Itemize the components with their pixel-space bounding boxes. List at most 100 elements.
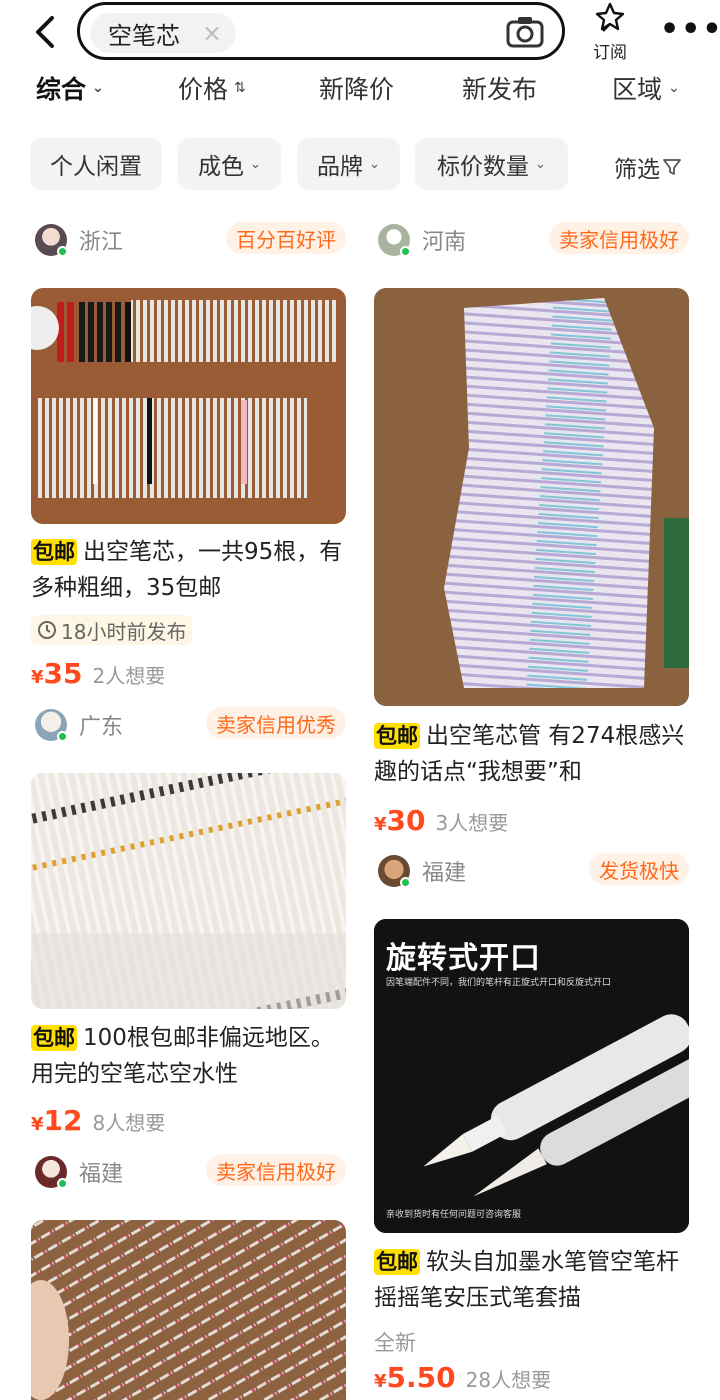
- seller-region: 福建: [422, 861, 467, 886]
- filter-label: 标价数量: [437, 154, 530, 180]
- search-box[interactable]: 空笔芯 ×: [77, 2, 565, 60]
- online-dot: [400, 246, 411, 257]
- seller-row: 广东 卖家信用优秀: [31, 707, 346, 743]
- sort-newest-label: 新发布: [462, 75, 538, 104]
- top-bar: 空笔芯 × 订阅 •••: [0, 0, 720, 70]
- filter-button-label: 筛选: [614, 157, 660, 183]
- product-card[interactable]: 福建 卖家信用极好: [31, 1154, 346, 1400]
- sort-bar: 综合 ⌄ 价格 ⇅ 新降价 新发布 区域 ⌄: [0, 70, 720, 114]
- seller-badge: 卖家信用极好: [549, 222, 689, 254]
- search-query-chip[interactable]: 空笔芯 ×: [90, 13, 237, 53]
- product-card[interactable]: 河南 卖家信用极好: [374, 222, 689, 706]
- seller-region: 河南: [422, 230, 467, 255]
- currency-symbol: ¥: [374, 814, 387, 835]
- product-card[interactable]: 浙江 百分百好评: [31, 222, 346, 524]
- seller-badge: 百分百好评: [226, 222, 346, 254]
- chevron-down-icon: ⌄: [369, 156, 380, 172]
- sort-price-label: 价格: [178, 75, 229, 104]
- product-image[interactable]: [31, 773, 346, 1009]
- clock-icon: [38, 621, 56, 639]
- posted-time-text: 18小时前发布: [61, 619, 187, 644]
- free-shipping-tag: 包邮: [374, 1249, 420, 1275]
- price-value: 30: [386, 804, 426, 837]
- product-title[interactable]: 包邮 100根包邮非偏远地区。用完的空笔芯空水性: [31, 1020, 346, 1092]
- product-image[interactable]: 旋转式开口 因笔端配件不同，我们的笔杆有正旋式开口和反旋式开口 亲收到货时有任何…: [374, 919, 689, 1233]
- search-query-text: 空笔芯: [108, 21, 180, 50]
- price-value: 5.50: [386, 1361, 456, 1394]
- seller-badge: 卖家信用优秀: [206, 707, 346, 739]
- price-value: 35: [43, 657, 83, 690]
- subscribe-button[interactable]: 订阅: [584, 0, 636, 63]
- free-shipping-tag: 包邮: [31, 1025, 77, 1051]
- image-subtext: 因笔端配件不同，我们的笔杆有正旋式开口和反旋式开口: [386, 978, 612, 988]
- seller-row: 福建 发货极快: [374, 853, 689, 889]
- sort-price[interactable]: 价格 ⇅: [178, 70, 246, 106]
- price-row: ¥ 12 8人想要: [31, 1104, 165, 1140]
- want-count: 3人想要: [435, 811, 509, 835]
- product-card[interactable]: 福建 发货极快 旋转式开口 因笔端配件不同，我们的笔杆有正旋式开口和反旋式开口 …: [374, 853, 689, 1233]
- seller-row: 浙江 百分百好评: [31, 222, 346, 258]
- sort-comprehensive[interactable]: 综合 ⌄: [36, 70, 104, 106]
- filter-condition[interactable]: 成色 ⌄: [178, 138, 281, 190]
- image-footer: 亲收到货时有任何问题可咨询客服: [386, 1210, 522, 1220]
- filter-quantity[interactable]: 标价数量 ⌄: [415, 138, 568, 190]
- sort-newest[interactable]: 新发布: [462, 70, 537, 106]
- currency-symbol: ¥: [31, 667, 44, 688]
- condition-label: 全新: [374, 1331, 416, 1355]
- product-title[interactable]: 包邮 软头自加墨水笔管空笔杆摇摇笔安压式笔套描: [374, 1244, 689, 1316]
- product-image[interactable]: [374, 288, 689, 706]
- more-options-icon[interactable]: •••: [660, 15, 720, 45]
- currency-symbol: ¥: [31, 1114, 44, 1135]
- back-button[interactable]: [30, 12, 64, 52]
- chevron-down-icon: ⌄: [250, 156, 261, 172]
- clear-query-icon[interactable]: ×: [202, 21, 222, 45]
- product-card[interactable]: 广东 卖家信用优秀: [31, 707, 346, 1009]
- pin-star-icon: [595, 2, 625, 32]
- chevron-down-icon: ⌄: [668, 80, 680, 96]
- price-value: 12: [43, 1104, 83, 1137]
- price-row: ¥ 35 2人想要: [31, 657, 165, 693]
- filter-label: 成色: [198, 154, 245, 180]
- free-shipping-tag: 包邮: [31, 539, 77, 565]
- product-title[interactable]: 包邮 出空笔芯管 有274根感兴趣的话点“我想要”和: [374, 718, 689, 790]
- seller-row: 福建 卖家信用极好: [31, 1154, 346, 1190]
- product-title[interactable]: 包邮 出空笔芯，一共95根，有多种粗细，35包邮: [31, 534, 346, 606]
- want-count: 28人想要: [465, 1368, 552, 1392]
- chevron-down-icon: ⌄: [535, 156, 546, 172]
- filter-brand[interactable]: 品牌 ⌄: [297, 138, 400, 190]
- free-shipping-tag: 包邮: [374, 723, 420, 749]
- sort-updown-icon: ⇅: [234, 80, 246, 96]
- funnel-icon: [663, 159, 681, 175]
- seller-badge: 卖家信用极好: [206, 1154, 346, 1186]
- filter-label: 品牌: [317, 154, 364, 180]
- product-title-text: 出空笔芯，一共95根，有多种粗细，35包邮: [31, 539, 343, 601]
- filter-button[interactable]: 筛选: [614, 150, 682, 184]
- product-image[interactable]: [31, 1220, 346, 1400]
- sort-price-drop[interactable]: 新降价: [319, 70, 394, 106]
- product-image[interactable]: [31, 288, 346, 524]
- image-headline: 旋转式开口: [386, 941, 541, 976]
- chevron-down-icon: ⌄: [92, 80, 104, 96]
- seller-region: 浙江: [79, 230, 124, 255]
- online-dot: [57, 246, 68, 257]
- sort-region[interactable]: 区域 ⌄: [612, 70, 680, 106]
- sort-region-label: 区域: [612, 75, 663, 104]
- seller-region: 广东: [79, 715, 124, 740]
- seller-row: 河南 卖家信用极好: [374, 222, 689, 258]
- product-title-text: 出空笔芯管 有274根感兴趣的话点“我想要”和: [374, 723, 685, 785]
- sort-comprehensive-label: 综合: [36, 75, 87, 104]
- filter-bar: 个人闲置 成色 ⌄ 品牌 ⌄ 标价数量 ⌄ 筛选: [0, 138, 720, 190]
- online-dot: [57, 731, 68, 742]
- subscribe-label: 订阅: [593, 43, 627, 63]
- want-count: 8人想要: [92, 1111, 166, 1135]
- posted-time: 18小时前发布: [31, 615, 193, 645]
- price-row: ¥ 30 3人想要: [374, 804, 508, 840]
- chevron-left-icon: [36, 16, 54, 48]
- want-count: 2人想要: [92, 664, 166, 688]
- online-dot: [57, 1178, 68, 1189]
- camera-search-icon[interactable]: [506, 15, 544, 49]
- currency-symbol: ¥: [374, 1371, 387, 1392]
- filter-personal-idle[interactable]: 个人闲置: [30, 138, 162, 190]
- seller-badge: 发货极快: [589, 853, 689, 885]
- online-dot: [400, 877, 411, 888]
